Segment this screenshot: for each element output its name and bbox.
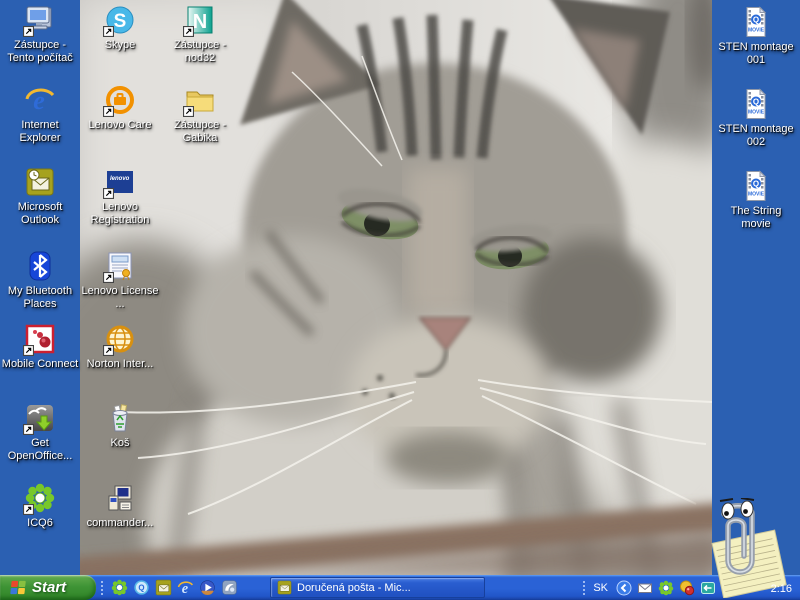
desktop-icon-label: Zástupce - Tento počítač <box>0 39 80 66</box>
shortcut-arrow-icon <box>103 26 114 37</box>
start-button[interactable]: Start <box>0 575 96 600</box>
desktop-icon-kos-recycle-bin[interactable]: Koš <box>80 402 160 450</box>
shortcut-arrow-icon <box>23 26 34 37</box>
shortcut-arrow-icon <box>23 345 34 356</box>
taskbar: Start Q e <box>0 575 800 600</box>
desktop-icon-lenovo-registration[interactable]: lenovo Lenovo Registration <box>80 166 160 228</box>
outlook-icon <box>24 166 56 198</box>
desktop: Zástupce - Tento počítač e Internet Expl… <box>0 0 800 600</box>
collapse-chevron-icon <box>616 580 632 596</box>
desktop-icon-label: The String movie <box>716 205 796 232</box>
quicklaunch-media-player[interactable] <box>196 577 218 599</box>
desktop-icon-label: ICQ6 <box>0 517 80 530</box>
tray-new-mail[interactable] <box>636 579 653 596</box>
new-mail-icon <box>637 580 653 596</box>
start-label: Start <box>32 579 66 596</box>
shortcut-arrow-icon <box>103 345 114 356</box>
desktop-icon-icq6[interactable]: ICQ6 <box>0 482 80 530</box>
desktop-icon-label: Internet Explorer <box>0 119 80 146</box>
svg-text:Q: Q <box>753 16 759 25</box>
language-indicator[interactable]: SK <box>593 582 608 594</box>
tray-clock[interactable]: 2:16 <box>771 583 792 595</box>
desktop-icon-label: Microsoft Outlook <box>0 201 80 228</box>
shortcut-arrow-icon <box>103 106 114 117</box>
desktop-icon-the-string-movie[interactable]: Q MOVIE The String movie <box>716 170 796 232</box>
svg-text:MOVIE: MOVIE <box>748 110 765 116</box>
desktop-icon-label: Lenovo Registration <box>80 201 160 228</box>
desktop-icon-skype[interactable]: S Skype <box>80 4 160 52</box>
shortcut-arrow-icon <box>103 272 114 283</box>
tray-drag-handle[interactable] <box>582 580 586 596</box>
desktop-icon-label: Get OpenOffice... <box>0 437 80 464</box>
svg-text:MOVIE: MOVIE <box>748 192 765 198</box>
shortcut-arrow-icon <box>183 106 194 117</box>
svg-text:S: S <box>114 11 127 32</box>
desktop-icon-label: Zástupce - nod32 <box>160 39 240 66</box>
quicklaunch-quicktime[interactable]: Q <box>130 577 152 599</box>
desktop-icon-norton[interactable]: Norton Inter... <box>80 323 160 371</box>
window-button-label: Doručená pošta - Mic... <box>297 582 411 594</box>
desktop-icon-internet-explorer[interactable]: e Internet Explorer <box>0 84 80 146</box>
shortcut-arrow-icon <box>183 26 194 37</box>
quicktime-movie-icon: Q MOVIE <box>740 88 772 120</box>
desktop-icon-label: Lenovo Care <box>80 119 160 132</box>
recycle-bin-icon <box>104 402 136 434</box>
quicktime-movie-icon: Q MOVIE <box>740 6 772 38</box>
desktop-icon-label: Norton Inter... <box>80 358 160 371</box>
media-player-icon <box>199 579 216 596</box>
msn-explorer-icon <box>221 579 238 596</box>
shortcut-arrow-icon <box>23 424 34 435</box>
quicklaunch-icq[interactable] <box>108 577 130 599</box>
quicktime-movie-icon: Q MOVIE <box>740 170 772 202</box>
outlook-icon <box>277 580 292 595</box>
shortcut-arrow-icon <box>103 188 114 199</box>
svg-text:lenovo: lenovo <box>110 176 130 182</box>
svg-text:Q: Q <box>753 98 759 107</box>
tray-collapse-chevron[interactable] <box>615 579 632 596</box>
desktop-icon-label: STEN montage 002 <box>716 123 796 150</box>
desktop-icon-label: STEN montage 001 <box>716 41 796 68</box>
desktop-icon-get-openoffice[interactable]: Get OpenOffice... <box>0 402 80 464</box>
quicklaunch-internet-explorer[interactable]: e <box>174 577 196 599</box>
desktop-icon-sten-montage-001[interactable]: Q MOVIE STEN montage 001 <box>716 6 796 68</box>
quicklaunch-msn-explorer[interactable] <box>218 577 240 599</box>
internet-explorer-icon: e <box>177 579 194 596</box>
desktop-icon-label: Mobile Connect <box>0 358 80 371</box>
desktop-icon-label: Lenovo License ... <box>80 285 160 312</box>
installer-pc-icon <box>104 482 136 514</box>
desktop-icon-microsoft-outlook[interactable]: Microsoft Outlook <box>0 166 80 228</box>
bluetooth-icon <box>24 250 56 282</box>
desktop-icon-bluetooth-places[interactable]: My Bluetooth Places <box>0 250 80 312</box>
desktop-icon-label: commander... <box>80 517 160 530</box>
desktop-icon-lenovo-license[interactable]: Lenovo License ... <box>80 250 160 312</box>
desktop-icon-sten-montage-002[interactable]: Q MOVIE STEN montage 002 <box>716 88 796 150</box>
taskbar-window-button-dorucena-posta[interactable]: Doručená pošta - Mic... <box>270 577 485 598</box>
desktop-icon-lenovo-care[interactable]: Lenovo Care <box>80 84 160 132</box>
desktop-icon-tento-pocitac[interactable]: Zástupce - Tento počítač <box>0 4 80 66</box>
quicklaunch-drag-handle[interactable] <box>100 580 104 596</box>
desktop-icon-commander[interactable]: commander... <box>80 482 160 530</box>
outlook-icon <box>155 579 172 596</box>
quicktime-icon: Q <box>133 579 150 596</box>
svg-text:Q: Q <box>753 180 759 189</box>
svg-text:N: N <box>193 11 207 33</box>
icq-flower-icon <box>658 580 674 596</box>
tray-icq[interactable] <box>657 579 674 596</box>
windows-flag-icon <box>8 579 27 596</box>
desktop-icon-label: Koš <box>80 437 160 450</box>
shortcut-arrow-icon <box>23 504 34 515</box>
quicklaunch-outlook[interactable] <box>152 577 174 599</box>
desktop-icon-label: My Bluetooth Places <box>0 285 80 312</box>
desktop-icon-label: Skype <box>80 39 160 52</box>
icq-flower-icon <box>111 579 128 596</box>
desktop-icon-mobile-connect[interactable]: Mobile Connect <box>0 323 80 371</box>
internet-explorer-icon: e <box>24 84 56 116</box>
desktop-icon-label: Zástupce - Gabika <box>160 119 240 146</box>
desktop-icon-gabika-folder[interactable]: Zástupce - Gabika <box>160 84 240 146</box>
svg-text:Q: Q <box>138 584 144 593</box>
svg-text:MOVIE: MOVIE <box>748 28 765 34</box>
desktop-icon-nod32[interactable]: N Zástupce - nod32 <box>160 4 240 66</box>
